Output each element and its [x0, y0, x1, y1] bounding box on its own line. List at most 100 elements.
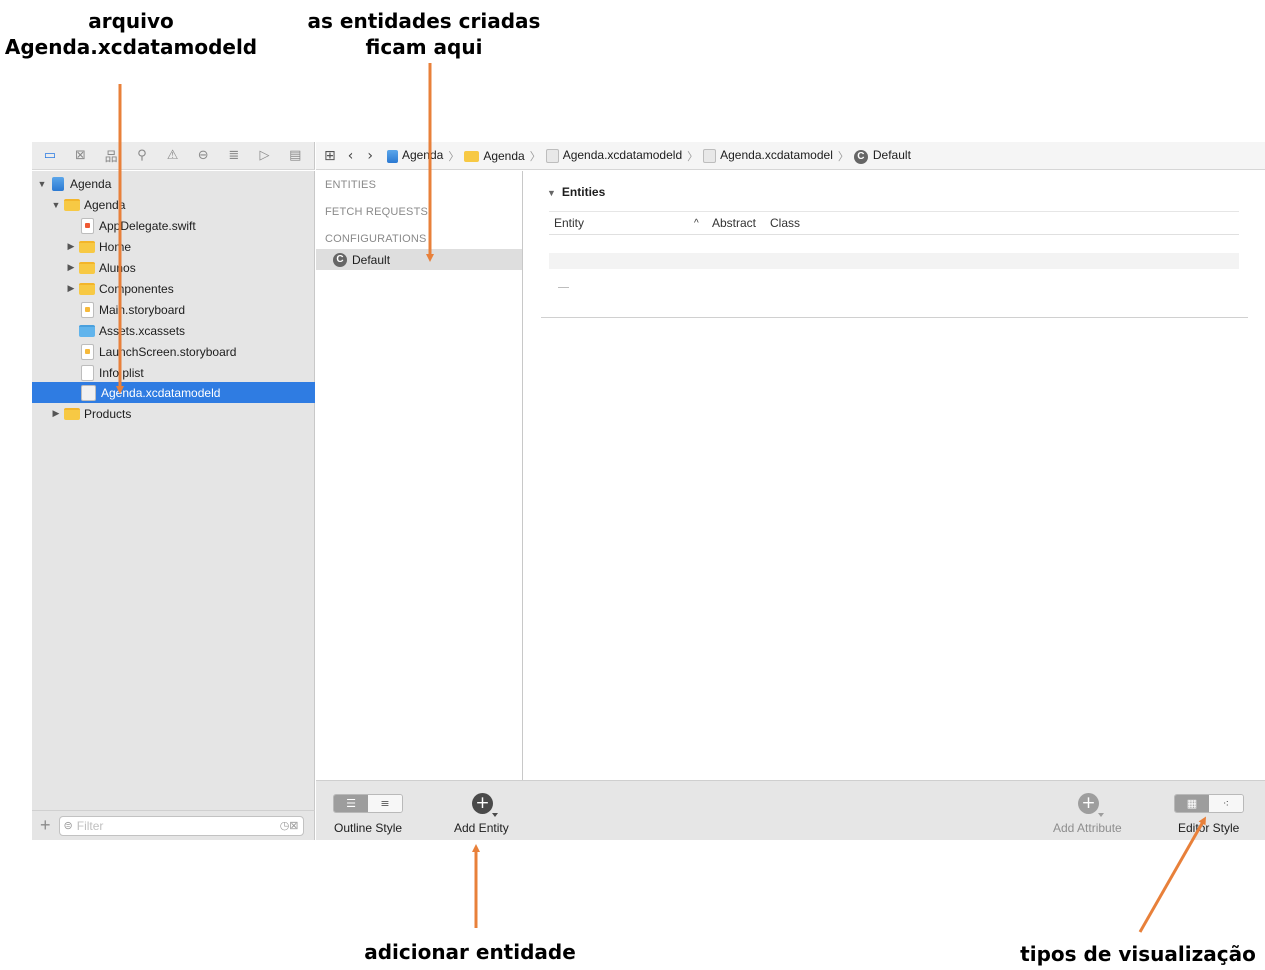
- tree-item-label: Alunos: [99, 260, 136, 275]
- table-style-icon[interactable]: ▦: [1175, 795, 1209, 812]
- hierarchy-outline-icon[interactable]: ≡: [368, 795, 402, 812]
- tree-item-group[interactable]: ▶ Componentes: [32, 278, 315, 299]
- dropdown-caret-icon: [492, 813, 498, 817]
- disclosure-triangle-icon[interactable]: ▶: [51, 408, 61, 419]
- sort-ascending-icon[interactable]: ^: [694, 218, 699, 229]
- tree-item-group[interactable]: ▶ Home: [32, 236, 315, 257]
- empty-placeholder-dash: [558, 287, 569, 288]
- chevron-right-icon: 〉: [687, 150, 699, 163]
- configuration-default-row[interactable]: C Default: [316, 249, 522, 270]
- back-icon[interactable]: ‹: [348, 148, 354, 164]
- editor-style-control[interactable]: ▦ ⁖: [1174, 794, 1244, 813]
- filter-placeholder: Filter: [76, 818, 104, 833]
- outline-style-label: Outline Style: [334, 821, 403, 835]
- annotation-file: arquivo Agenda.xcdatamodeld: [0, 8, 262, 60]
- add-file-button[interactable]: +: [40, 815, 51, 836]
- column-header-entity[interactable]: Entity: [554, 216, 584, 230]
- editor-style-label: Editor Style: [1178, 821, 1240, 835]
- folder-icon: [79, 240, 95, 253]
- section-configurations[interactable]: CONFIGURATIONS: [325, 233, 427, 245]
- empty-table-row: [549, 253, 1239, 269]
- tree-item-label: Componentes: [99, 281, 174, 296]
- jump-bar-item-project[interactable]: Agenda: [386, 148, 444, 163]
- entity-list-panel: ENTITIES FETCH REQUESTS CONFIGURATIONS C…: [316, 171, 523, 780]
- disclosure-triangle-icon[interactable]: ▼: [51, 200, 61, 210]
- find-navigator-icon[interactable]: ⚲: [130, 146, 154, 166]
- tree-item-data-model-selected[interactable]: Agenda.xcdatamodeld: [32, 382, 315, 403]
- project-navigator-icon[interactable]: ▭: [38, 146, 62, 166]
- divider: [549, 234, 1239, 235]
- configuration-default-label: Default: [352, 252, 391, 267]
- jump-bar-label: Default: [872, 147, 911, 162]
- data-model-icon: [703, 148, 717, 163]
- debug-navigator-icon[interactable]: ≣: [222, 146, 246, 166]
- recent-files-icon[interactable]: ◷⊠: [280, 819, 299, 832]
- divider: [541, 317, 1248, 318]
- jump-bar-item-configuration[interactable]: C Default: [853, 147, 911, 164]
- navigator-footer: + ⊜ Filter ◷⊠: [32, 810, 315, 840]
- disclosure-triangle-icon[interactable]: ▶: [66, 241, 76, 252]
- tree-item-group[interactable]: ▶ Alunos: [32, 257, 315, 278]
- editor-bottom-toolbar: ☰ ≡ Outline Style + Add Entity + Add Att…: [316, 780, 1265, 840]
- tree-item-file[interactable]: Assets.xcassets: [32, 320, 315, 341]
- tree-item-project[interactable]: ▼ Agenda: [32, 173, 315, 194]
- project-icon: [386, 149, 398, 163]
- section-entities[interactable]: ENTITIES: [325, 179, 376, 191]
- configuration-c-icon: C: [853, 149, 868, 164]
- add-entity-button[interactable]: Add Entity: [454, 821, 509, 835]
- disclosure-triangle-icon[interactable]: ▼: [37, 179, 47, 189]
- column-header-abstract[interactable]: Abstract: [712, 216, 756, 230]
- related-items-icon[interactable]: ⊞: [324, 148, 336, 164]
- add-attribute-button[interactable]: Add Attribute: [1053, 821, 1122, 835]
- chevron-right-icon: 〉: [529, 150, 541, 163]
- filter-field[interactable]: ⊜ Filter ◷⊠: [58, 815, 304, 836]
- assets-icon: [79, 324, 95, 337]
- plist-icon: [81, 364, 94, 381]
- tree-item-file[interactable]: Main.storyboard: [32, 299, 315, 320]
- table-outline-icon[interactable]: ☰: [334, 795, 368, 812]
- disclosure-triangle-icon[interactable]: ▼: [547, 188, 556, 198]
- tree-item-label: Main.storyboard: [99, 302, 186, 317]
- graph-style-icon[interactable]: ⁖: [1209, 795, 1243, 812]
- configuration-c-icon: C: [333, 252, 347, 267]
- jump-bar-label: Agenda: [401, 148, 444, 163]
- tree-item-products[interactable]: ▶ Products: [32, 403, 315, 424]
- chevron-right-icon: 〉: [837, 150, 849, 163]
- annotation-add-entity-text: adicionar entidade: [364, 940, 576, 964]
- test-navigator-icon[interactable]: ⊖: [191, 146, 215, 166]
- issue-navigator-icon[interactable]: ⚠: [161, 146, 185, 166]
- tree-item-label: Agenda: [84, 197, 126, 212]
- symbol-navigator-icon[interactable]: 品: [99, 146, 123, 166]
- add-attribute-icon[interactable]: +: [1078, 793, 1104, 817]
- tree-item-file[interactable]: AppDelegate.swift: [32, 215, 315, 236]
- data-model-icon: [545, 148, 559, 163]
- project-navigator: ▼ Agenda ▼ Agenda AppDelegate.swift ▶ Ho…: [32, 171, 315, 810]
- disclosure-triangle-icon[interactable]: ▶: [66, 262, 76, 273]
- dropdown-caret-icon: [1098, 813, 1104, 817]
- tree-item-file[interactable]: LaunchScreen.storyboard: [32, 341, 315, 362]
- entities-section-title: Entities: [561, 185, 606, 199]
- outline-style-control[interactable]: ☰ ≡: [333, 794, 403, 813]
- section-fetch-requests[interactable]: FETCH REQUESTS: [325, 206, 428, 218]
- annotation-entities-line1: as entidades criadas: [307, 9, 541, 33]
- entities-section-header[interactable]: ▼ Entities: [547, 185, 605, 199]
- annotation-entities: as entidades criadas ficam aqui: [296, 8, 552, 60]
- storyboard-icon: [81, 301, 94, 318]
- filter-icon: ⊜: [63, 820, 73, 832]
- forward-icon[interactable]: ›: [367, 148, 373, 164]
- tree-item-label: Info.plist: [99, 365, 144, 380]
- add-entity-icon[interactable]: +: [472, 793, 498, 817]
- column-header-class[interactable]: Class: [770, 216, 800, 230]
- breakpoint-navigator-icon[interactable]: ▷: [253, 146, 277, 166]
- folder-icon: [64, 407, 80, 420]
- jump-bar-item-group[interactable]: Agenda: [464, 149, 525, 163]
- disclosure-triangle-icon[interactable]: ▶: [66, 283, 76, 294]
- jump-bar-item-model[interactable]: Agenda.xcdatamodel: [703, 148, 833, 163]
- jump-bar-item-model-bundle[interactable]: Agenda.xcdatamodeld: [545, 148, 682, 163]
- tree-item-group[interactable]: ▼ Agenda: [32, 194, 315, 215]
- tree-item-file[interactable]: Info.plist: [32, 362, 315, 383]
- source-control-navigator-icon[interactable]: ⊠: [69, 146, 93, 166]
- tree-item-label: Home: [99, 239, 132, 254]
- report-navigator-icon[interactable]: ▤: [283, 146, 307, 166]
- divider: [549, 211, 1239, 212]
